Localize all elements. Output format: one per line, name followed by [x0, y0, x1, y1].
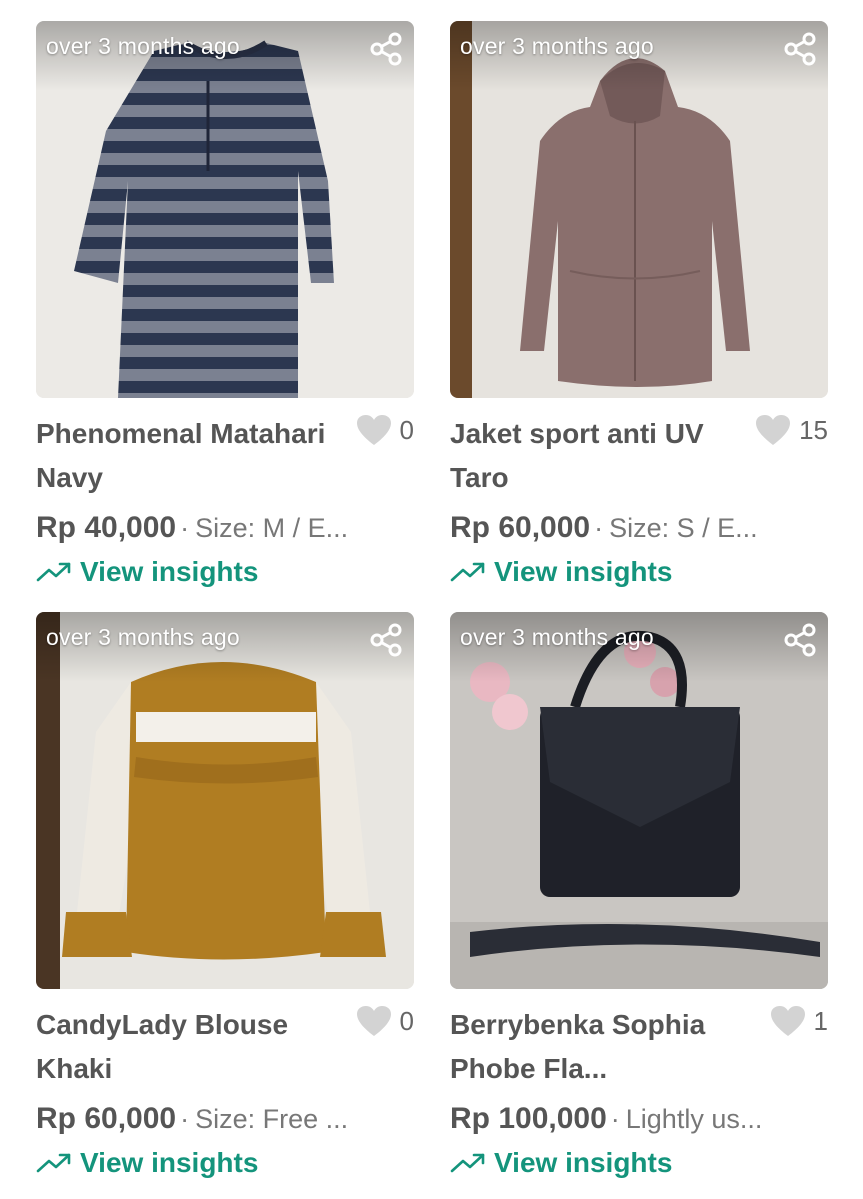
- like-count: 0: [399, 414, 414, 445]
- like-button[interactable]: 15: [755, 414, 828, 446]
- share-button[interactable]: [367, 30, 405, 68]
- product-meta: Size: S / E...: [609, 513, 758, 543]
- product-price: Rp 40,000: [36, 511, 177, 544]
- separator-dot: ·: [180, 1104, 190, 1134]
- like-button[interactable]: 0: [356, 414, 414, 446]
- product-card[interactable]: over 3 months ago Jaket sport anti UV Ta…: [450, 21, 828, 592]
- jacket-image: [450, 21, 828, 398]
- share-icon: [370, 623, 402, 657]
- heart-icon: [356, 1006, 391, 1036]
- product-grid: over 3 months ago Phenomenal Matahari Na…: [0, 0, 863, 1199]
- blouse-image: [36, 612, 414, 989]
- trending-up-icon: [450, 562, 485, 582]
- trending-up-icon: [36, 562, 71, 582]
- product-meta: Lightly us...: [625, 1104, 763, 1134]
- listing-age: over 3 months ago: [460, 624, 654, 650]
- share-icon: [784, 32, 816, 66]
- product-price: Rp 100,000: [450, 1102, 607, 1135]
- trending-up-icon: [450, 1153, 485, 1173]
- product-card[interactable]: over 3 months ago Phenomenal Matahari Na…: [36, 21, 414, 592]
- product-title[interactable]: CandyLady Blouse Khaki: [36, 1003, 336, 1091]
- product-meta: Size: M / E...: [195, 513, 349, 543]
- like-button[interactable]: 1: [770, 1005, 828, 1037]
- separator-dot: ·: [180, 513, 190, 543]
- heart-icon: [756, 415, 791, 445]
- product-card[interactable]: over 3 months ago CandyLady Blouse Khaki…: [36, 612, 414, 1183]
- view-insights-link[interactable]: View insights: [36, 1143, 414, 1183]
- price-line: Rp 100,000 · Lightly us...: [450, 1099, 828, 1139]
- price-line: Rp 40,000 · Size: M / E...: [36, 508, 414, 548]
- product-meta: Size: Free ...: [195, 1104, 349, 1134]
- listing-age: over 3 months ago: [460, 33, 654, 59]
- view-insights-link[interactable]: View insights: [450, 1143, 828, 1183]
- view-insights-label: View insights: [80, 1147, 259, 1178]
- separator-dot: ·: [610, 1104, 620, 1134]
- product-title[interactable]: Jaket sport anti UV Taro: [450, 412, 750, 500]
- view-insights-link[interactable]: View insights: [450, 552, 828, 592]
- view-insights-label: View insights: [494, 556, 673, 587]
- like-button[interactable]: 0: [356, 1005, 414, 1037]
- like-count: 0: [399, 1005, 414, 1036]
- price-line: Rp 60,000 · Size: Free ...: [36, 1099, 414, 1139]
- share-button[interactable]: [781, 621, 819, 659]
- view-insights-label: View insights: [80, 556, 259, 587]
- product-photo[interactable]: over 3 months ago: [450, 21, 828, 398]
- trending-up-icon: [36, 1153, 71, 1173]
- view-insights-label: View insights: [494, 1147, 673, 1178]
- product-photo[interactable]: over 3 months ago: [450, 612, 828, 989]
- product-title[interactable]: Berrybenka Sophia Phobe Fla...: [450, 1003, 750, 1091]
- listing-age: over 3 months ago: [46, 33, 240, 59]
- product-price: Rp 60,000: [36, 1102, 177, 1135]
- product-price: Rp 60,000: [450, 511, 591, 544]
- product-photo[interactable]: over 3 months ago: [36, 21, 414, 398]
- product-card[interactable]: over 3 months ago Berrybenka Sophia Phob…: [450, 612, 828, 1183]
- heart-icon: [356, 415, 391, 445]
- product-title[interactable]: Phenomenal Matahari Navy: [36, 412, 336, 500]
- heart-icon: [770, 1006, 805, 1036]
- share-button[interactable]: [781, 30, 819, 68]
- handbag-image: [450, 612, 828, 989]
- like-count: 15: [799, 414, 828, 445]
- listing-age: over 3 months ago: [46, 624, 240, 650]
- price-line: Rp 60,000 · Size: S / E...: [450, 508, 828, 548]
- share-button[interactable]: [367, 621, 405, 659]
- striped-dress-image: [36, 21, 414, 398]
- separator-dot: ·: [594, 513, 604, 543]
- share-icon: [370, 32, 402, 66]
- view-insights-link[interactable]: View insights: [36, 552, 414, 592]
- share-icon: [784, 623, 816, 657]
- product-photo[interactable]: over 3 months ago: [36, 612, 414, 989]
- like-count: 1: [813, 1005, 828, 1036]
